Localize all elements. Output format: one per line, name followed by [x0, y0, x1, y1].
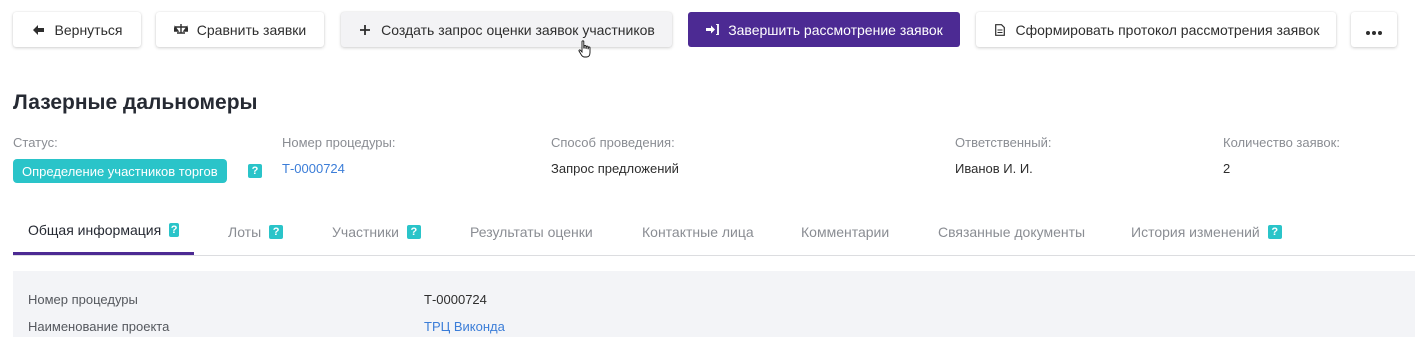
status-badge: Определение участников торгов: [13, 159, 227, 183]
ellipsis-icon: [1366, 22, 1382, 38]
tab-participants[interactable]: Участники ?: [317, 208, 436, 255]
tab-contacts[interactable]: Контактные лица: [627, 208, 769, 255]
arrow-left-icon: [32, 23, 46, 37]
bid-count-label: Количество заявок:: [1223, 135, 1340, 150]
document-icon: [993, 23, 1007, 37]
help-icon[interactable]: ?: [269, 224, 284, 239]
create-request-button[interactable]: Создать запрос оценки заявок участников: [341, 12, 672, 47]
plus-icon: [358, 23, 372, 37]
tab-label: Контактные лица: [642, 223, 754, 240]
tab-label: Результаты оценки: [470, 223, 593, 240]
tab-label: Лоты: [228, 223, 262, 240]
compare-button-label: Сравнить заявки: [196, 21, 307, 38]
finish-review-button-label: Завершить рассмотрение заявок: [728, 21, 943, 38]
tab-label: Связанные документы: [938, 223, 1086, 240]
responsible-value: Иванов И. И.: [955, 161, 1033, 176]
bid-count-value: 2: [1223, 161, 1231, 176]
scales-icon: [173, 23, 188, 37]
tab-bar: Общая информация ? Лоты ? Участники ? Ре…: [13, 208, 1415, 256]
back-button-label: Вернуться: [54, 21, 123, 38]
tab-label: Общая информация: [28, 222, 162, 238]
procedure-number-link[interactable]: Т-0000724: [282, 161, 345, 176]
detail-value: Т-0000724: [424, 292, 487, 307]
tab-lots[interactable]: Лоты ?: [213, 208, 298, 255]
method-label: Способ проведения:: [551, 135, 675, 150]
project-link[interactable]: ТРЦ Виконда: [424, 319, 505, 334]
responsible-label: Ответственный:: [955, 135, 1052, 150]
details-panel: [13, 271, 1415, 337]
detail-label: Номер процедуры: [28, 292, 138, 307]
help-icon[interactable]: ?: [1267, 224, 1282, 239]
hand-cursor-icon: [578, 40, 592, 65]
tab-general-info[interactable]: Общая информация ?: [13, 208, 194, 255]
detail-label: Наименование проекта: [28, 319, 170, 334]
method-value: Запрос предложений: [551, 161, 679, 176]
page-title: Лазерные дальномеры: [13, 91, 258, 114]
tab-change-history[interactable]: История изменений ?: [1116, 208, 1297, 255]
help-icon[interactable]: ?: [169, 223, 179, 237]
create-request-button-label: Создать запрос оценки заявок участников: [381, 21, 655, 38]
generate-protocol-button-label: Сформировать протокол рассмотрения заяво…: [1015, 21, 1320, 38]
back-button[interactable]: Вернуться: [13, 12, 141, 47]
status-label: Статус:: [13, 135, 58, 150]
tab-label: Участники: [332, 223, 399, 240]
tab-label: История изменений: [1131, 223, 1260, 240]
compare-button[interactable]: Сравнить заявки: [156, 12, 324, 47]
tab-related-documents[interactable]: Связанные документы: [923, 208, 1100, 255]
tab-comments[interactable]: Комментарии: [786, 208, 904, 255]
sign-in-icon: [705, 23, 719, 37]
help-icon[interactable]: ?: [406, 224, 421, 239]
generate-protocol-button[interactable]: Сформировать протокол рассмотрения заяво…: [976, 12, 1336, 47]
status-help-icon[interactable]: ?: [248, 164, 262, 178]
tab-evaluation-results[interactable]: Результаты оценки: [455, 208, 608, 255]
tab-label: Комментарии: [801, 223, 890, 240]
more-actions-button[interactable]: [1351, 12, 1397, 47]
procedure-number-label: Номер процедуры:: [282, 135, 396, 150]
toolbar: Вернуться Сравнить заявки Создать запрос…: [13, 12, 1403, 47]
finish-review-button[interactable]: Завершить рассмотрение заявок: [688, 12, 960, 47]
